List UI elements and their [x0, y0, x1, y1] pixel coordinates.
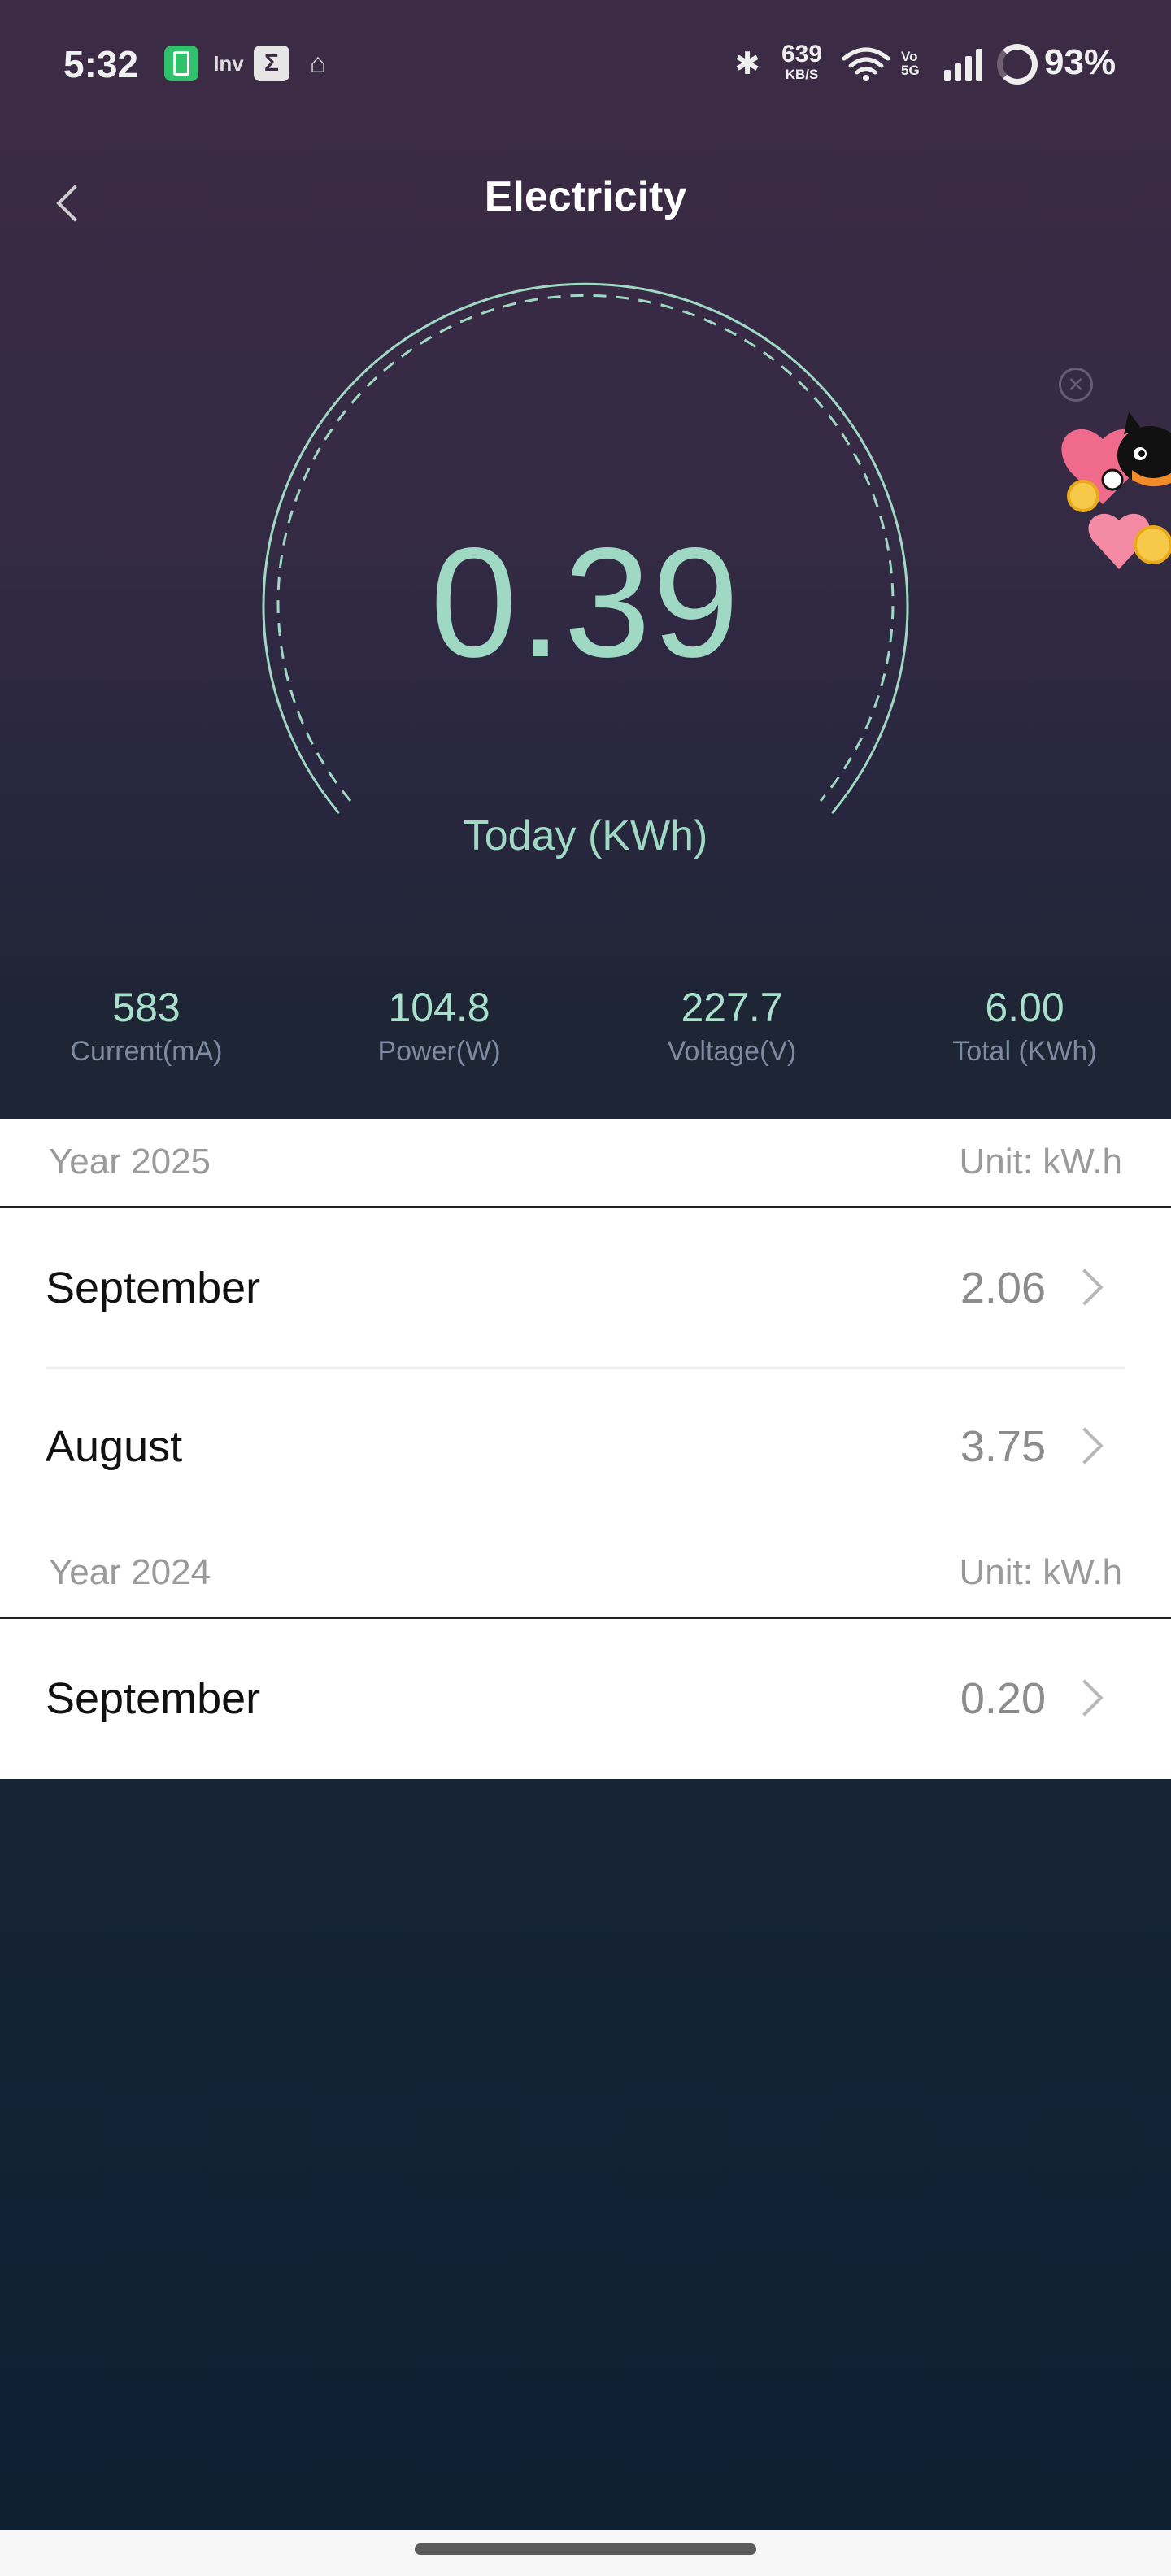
month-label: August [46, 1422, 183, 1471]
gesture-navigation-bar[interactable] [415, 2543, 756, 2555]
page-title: Electricity [484, 173, 687, 220]
stat-value: 583 [112, 985, 181, 1030]
stat-value: 227.7 [681, 985, 783, 1030]
home-app-icon: ⌂ [309, 47, 327, 79]
stat-value: 104.8 [388, 985, 490, 1030]
year-header: Year 2025 Unit: kW.h [0, 1119, 1171, 1208]
volte-icon: Vo 5G [901, 49, 920, 78]
stat-value: 6.00 [985, 985, 1064, 1030]
unit-label: Unit: kW.h [959, 1142, 1123, 1181]
status-time: 5:32 [63, 43, 139, 85]
stat-label: Current(mA) [70, 1036, 223, 1067]
chevron-right-icon [1066, 1427, 1104, 1464]
chevron-right-icon [1066, 1679, 1104, 1717]
year-header: Year 2024 Unit: kW.h [0, 1530, 1171, 1619]
monthly-history-list: Year 2025 Unit: kW.h September 2.06 Augu… [0, 1119, 1171, 1779]
list-item-month[interactable]: September 0.20 [0, 1621, 1171, 1779]
stat-label: Voltage(V) [667, 1036, 797, 1067]
cat-sticker[interactable] [1054, 407, 1171, 585]
today-label: Today (KWh) [463, 812, 708, 859]
unit-label: Unit: kW.h [959, 1552, 1123, 1592]
network-speed-value: 639 [781, 41, 823, 67]
electricity-screen: 5:32 Inv Σ ⌂ ✱ 639 KB/S Vo 5G 93% Electr… [0, 0, 1171, 2530]
list-item-month[interactable]: September 2.06 [0, 1211, 1171, 1368]
bluetooth-icon: ✱ [734, 46, 760, 81]
stat-total: 6.00 Total (KWh) [903, 984, 1147, 1068]
stat-power: 104.8 Power(W) [317, 984, 561, 1068]
chevron-right-icon [1066, 1268, 1104, 1306]
stat-label: Power(W) [377, 1036, 501, 1067]
network-speed: 639 KB/S [773, 41, 831, 82]
status-bar: 5:32 Inv Σ ⌂ ✱ 639 KB/S Vo 5G 93% [0, 0, 1171, 130]
today-gauge: 0.39 Today (KWh) [0, 268, 1171, 903]
battery-ring-icon [997, 44, 1038, 85]
battery-percent: 93% [1044, 42, 1117, 82]
stat-current: 583 Current(mA) [24, 984, 268, 1068]
month-value: 0.20 [960, 1674, 1046, 1723]
year-label: Year 2025 [49, 1142, 211, 1181]
month-label: September [46, 1674, 261, 1723]
inv-app-icon: Inv [213, 50, 244, 76]
list-item-month[interactable]: August 3.75 [0, 1369, 1171, 1527]
network-speed-unit: KB/S [785, 67, 819, 82]
month-value: 3.75 [960, 1422, 1046, 1471]
stats-row: 583 Current(mA) 104.8 Power(W) 227.7 Vol… [0, 984, 1171, 1081]
sigma-app-icon: Σ [254, 46, 289, 81]
close-circle-icon[interactable]: ✕ [1059, 368, 1093, 402]
stat-label: Total (KWh) [952, 1036, 1097, 1067]
battery-app-icon [164, 46, 198, 81]
stat-voltage: 227.7 Voltage(V) [610, 984, 854, 1068]
year-label: Year 2024 [49, 1552, 211, 1592]
wifi-icon [839, 46, 893, 81]
signal-icon [940, 46, 986, 81]
month-value: 2.06 [960, 1264, 1046, 1312]
month-label: September [46, 1264, 261, 1312]
today-value: 0.39 [430, 515, 741, 690]
